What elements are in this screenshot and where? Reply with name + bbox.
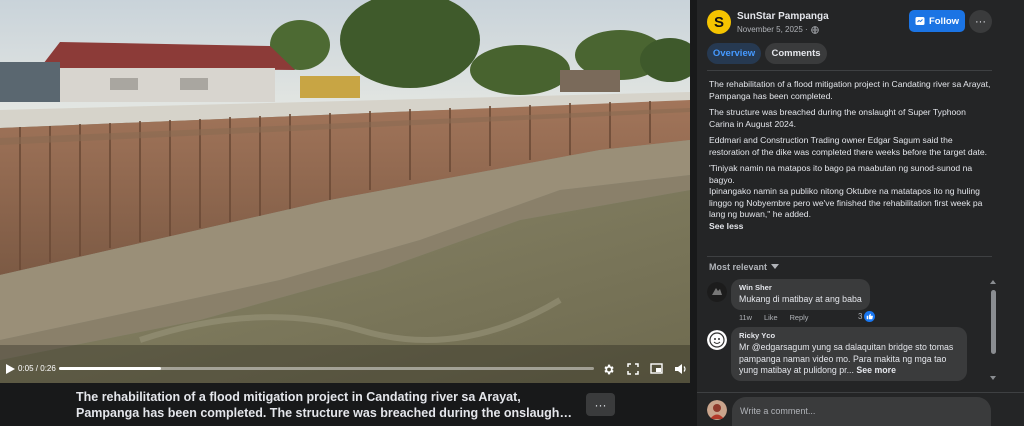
- post-date[interactable]: November 5, 2025 ·: [737, 25, 808, 34]
- tab-overview[interactable]: Overview: [707, 43, 761, 64]
- see-more-link[interactable]: See more: [856, 365, 896, 375]
- video-progress-fill: [59, 367, 161, 370]
- avatar-image: [707, 330, 727, 350]
- post-paragraph: 'Tiniyak namin na matapos ito bago pa ma…: [709, 163, 973, 185]
- page-name[interactable]: SunStar Pampanga: [737, 11, 829, 22]
- caption-more-button[interactable]: ···: [586, 393, 615, 416]
- comment-like-button[interactable]: Like: [764, 313, 778, 322]
- video-caption: The rehabilitation of a flood mitigation…: [76, 389, 576, 421]
- tab-comments[interactable]: Comments: [765, 43, 827, 64]
- comment-bubble: Ricky Yco Mr @edgarsagum yung sa dalaqui…: [731, 327, 967, 381]
- post-paragraph: Eddmari and Construction Trading owner E…: [709, 135, 988, 157]
- fullscreen-button[interactable]: [625, 361, 641, 377]
- video-time: 0:05 / 0:26: [18, 364, 56, 373]
- comment-reactions[interactable]: 3: [858, 311, 876, 322]
- avatar[interactable]: [707, 330, 727, 350]
- post-paragraph: Ipinangako namin sa publiko nitong Oktub…: [709, 186, 983, 219]
- divider: [707, 70, 992, 71]
- chevron-down-icon: [771, 264, 780, 269]
- post-paragraph: The rehabilitation of a flood mitigation…: [709, 79, 991, 101]
- avatar[interactable]: [707, 282, 727, 302]
- settings-icon: [603, 364, 614, 374]
- avatar-image: [707, 282, 727, 302]
- volume-icon: [674, 364, 686, 374]
- fullscreen-icon: [627, 363, 639, 375]
- comment-text: Mr @edgarsagum yung sa dalaquitan bridge…: [739, 342, 959, 377]
- video-caption-line-1: The rehabilitation of a flood mitigation…: [76, 390, 521, 404]
- volume-button[interactable]: [672, 361, 688, 377]
- comment-author[interactable]: Ricky Yco: [739, 331, 959, 340]
- video-frame: [0, 0, 690, 383]
- post-menu-button[interactable]: ···: [969, 10, 992, 33]
- scroll-thumb[interactable]: [990, 290, 996, 354]
- video-player[interactable]: 0:05 / 0:26: [0, 0, 690, 383]
- comment-reply-button[interactable]: Reply: [790, 313, 809, 322]
- pip-button[interactable]: [648, 361, 664, 377]
- like-icon: [867, 313, 874, 320]
- play-button[interactable]: [2, 361, 18, 377]
- post-body: The rehabilitation of a flood mitigation…: [709, 79, 991, 232]
- like-reaction: [864, 311, 876, 322]
- post-meta: November 5, 2025 ·: [737, 25, 819, 34]
- messenger-icon: [915, 17, 925, 25]
- divider: [707, 256, 992, 257]
- page-avatar[interactable]: S: [707, 10, 731, 34]
- settings-button[interactable]: [600, 361, 616, 377]
- comment-bubble: Win Sher Mukang di matibay at ang baba: [731, 279, 870, 310]
- video-progress-bar[interactable]: [59, 367, 594, 370]
- video-controls: 0:05 / 0:26: [0, 355, 690, 383]
- play-icon: [5, 364, 15, 374]
- scroll-down-arrow[interactable]: [990, 376, 996, 380]
- follow-label: Follow: [928, 15, 960, 27]
- sort-label: Most relevant: [709, 262, 768, 272]
- comment-text-body: Mr @edgarsagum yung sa dalaquitan bridge…: [739, 342, 954, 375]
- comment-actions: 11w Like Reply: [739, 313, 808, 322]
- comment-sort-dropdown[interactable]: Most relevant: [709, 262, 780, 272]
- comment-text: Mukang di matibay at ang baba: [739, 294, 862, 304]
- reaction-count: 3: [858, 312, 863, 321]
- comment-time[interactable]: 11w: [739, 313, 752, 322]
- post-panel: S SunStar Pampanga November 5, 2025 · Fo…: [697, 0, 1024, 426]
- follow-button[interactable]: Follow: [909, 10, 965, 32]
- globe-icon: [810, 25, 819, 34]
- post-paragraph: The structure was breached during the on…: [709, 107, 966, 129]
- current-user-avatar: [707, 400, 727, 420]
- see-less-link[interactable]: See less: [709, 221, 991, 233]
- app-root: 0:05 / 0:26 The rehabilitation of a floo…: [0, 0, 1024, 426]
- scroll-up-arrow[interactable]: [990, 280, 996, 284]
- pip-icon: [649, 363, 663, 374]
- video-caption-line-2: Pampanga has been completed. The structu…: [76, 406, 576, 420]
- video-area: 0:05 / 0:26 The rehabilitation of a floo…: [0, 0, 693, 426]
- comment-author[interactable]: Win Sher: [739, 283, 862, 292]
- divider: [697, 392, 1024, 393]
- comments-scrollbar[interactable]: [989, 278, 997, 384]
- avatar-image: [707, 400, 727, 420]
- comment-input[interactable]: Write a comment...: [732, 397, 991, 426]
